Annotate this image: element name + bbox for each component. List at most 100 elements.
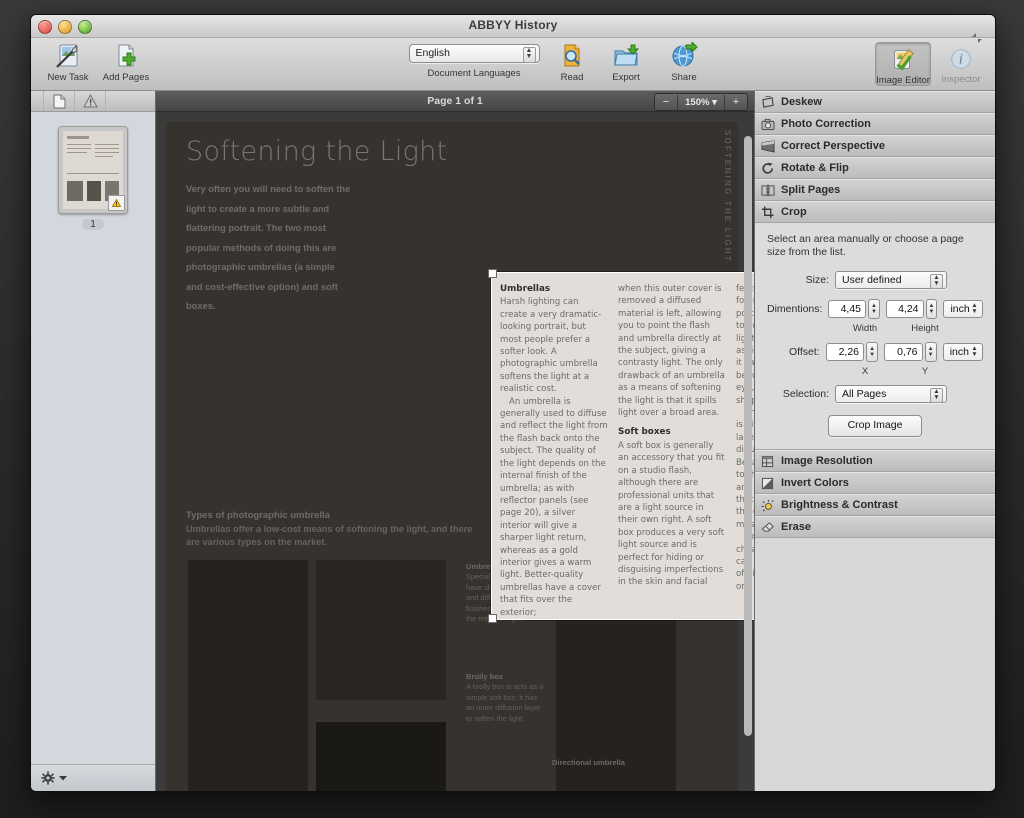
selection-value: All Pages — [842, 388, 887, 400]
crop-icon — [761, 205, 775, 219]
inspector-icon: i — [933, 44, 989, 74]
chevron-updown-icon[interactable]: ▲ ▼ — [970, 302, 979, 316]
thumbnail-item[interactable]: 1 — [58, 126, 128, 232]
new-task-icon — [39, 41, 97, 71]
umbrellas-para-1: Harsh lighting can create a very dramati… — [500, 297, 602, 395]
chevron-down-icon[interactable] — [59, 775, 67, 781]
share-button[interactable]: Share — [655, 41, 713, 83]
selection-select[interactable]: All Pages ▲ ▼ — [835, 385, 947, 403]
dimensions-label: Dimentions: — [767, 303, 823, 315]
zoom-controls[interactable]: − 150% ▾ + — [654, 93, 748, 111]
softboxes-para-1: A soft box is generally an accessory tha… — [618, 440, 725, 588]
zoom-level[interactable]: 150% ▾ — [677, 94, 725, 110]
page-canvas[interactable]: Softening the Light Very often you will … — [156, 112, 754, 791]
viewer-toolbar: Page 1 of 1 − 150% ▾ + — [156, 91, 754, 112]
inspector-button[interactable]: i Inspector — [933, 42, 989, 86]
image-editor-icon — [876, 45, 930, 75]
new-task-button[interactable]: New Task — [39, 41, 97, 83]
height-stepper[interactable]: ▲ ▼ — [925, 299, 938, 319]
offset-x-sublabel: X — [861, 366, 869, 377]
chevron-updown-icon[interactable]: ▲ ▼ — [930, 274, 943, 289]
offset-x-stepper[interactable]: ▲ ▼ — [866, 342, 879, 362]
soft-boxes-heading: Soft boxes — [618, 427, 671, 438]
section-crop[interactable]: Crop — [755, 201, 995, 223]
add-pages-label: Add Pages — [102, 72, 150, 83]
document-languages-group: English ▲ ▼ Document Languages — [379, 44, 569, 79]
height-input[interactable]: 4,24 — [885, 300, 924, 318]
section-deskew[interactable]: Deskew — [755, 91, 995, 113]
section-image-resolution[interactable]: Image Resolution — [755, 450, 995, 472]
invert-colors-icon — [761, 477, 775, 490]
offset-unit-select[interactable]: inch ▲ ▼ — [942, 343, 983, 361]
language-value: English — [415, 47, 450, 59]
dimensions-row: Dimentions: 4,45 ▲ ▼ 4,24 ▲ ▼ inch ▲ ▼ — [767, 299, 983, 319]
warning-icon[interactable] — [75, 91, 106, 111]
crop-image-button[interactable]: Crop Image — [828, 415, 922, 437]
offset-y-input[interactable]: 0,76 — [884, 343, 923, 361]
size-label: Size: — [805, 274, 829, 286]
selection-column-1: Umbrellas Harsh lighting can create a ve… — [500, 283, 608, 618]
crop-selection-content: Umbrellas Harsh lighting can create a ve… — [492, 273, 754, 619]
section-deskew-label: Deskew — [781, 96, 822, 108]
width-stepper[interactable]: ▲ ▼ — [868, 299, 880, 319]
crop-options-body: Select an area manually or choose a page… — [755, 223, 995, 450]
crop-handle-top-left[interactable] — [488, 269, 497, 278]
chevron-updown-icon[interactable]: ▲ ▼ — [930, 388, 943, 403]
section-photo-correction-label: Photo Correction — [781, 118, 871, 130]
deskew-icon — [761, 95, 775, 109]
crop-handle-bottom-left[interactable] — [488, 614, 497, 623]
export-button[interactable]: Export — [597, 41, 655, 83]
offset-sublabels: X Y — [835, 366, 983, 377]
width-input[interactable]: 4,45 — [828, 300, 866, 318]
page-thumbnail[interactable] — [58, 126, 128, 214]
viewer-scrollbar-thumb[interactable] — [744, 136, 752, 736]
section-rotate-flip-label: Rotate & Flip — [781, 162, 849, 174]
zoom-out-button[interactable]: − — [655, 95, 677, 110]
add-pages-button[interactable]: Add Pages — [97, 41, 155, 83]
section-brightness-contrast-label: Brightness & Contrast — [781, 499, 898, 511]
fullscreen-icon[interactable] — [971, 32, 983, 44]
eraser-icon — [761, 521, 775, 534]
offset-x-input[interactable]: 2,26 — [825, 343, 864, 361]
pages-thumbnail-list[interactable]: 1 — [31, 112, 155, 764]
umbrellas-heading: Umbrellas — [500, 284, 551, 294]
image-editor-button[interactable]: Image Editor — [875, 42, 931, 86]
window-body: 1 Page 1 of 1 − 150% ▾ + Softening the L… — [31, 91, 995, 791]
document-languages-label: Document Languages — [427, 68, 521, 79]
chevron-updown-icon[interactable]: ▲ ▼ — [522, 47, 536, 63]
offset-row: Offset: 2,26 ▲ ▼ 0,76 ▲ ▼ inch ▲ ▼ — [767, 342, 983, 362]
document-icon[interactable] — [43, 91, 75, 111]
right-toolbar-group: Image Editor i Inspector — [875, 33, 989, 86]
section-image-resolution-label: Image Resolution — [781, 455, 873, 467]
document-viewer: Page 1 of 1 − 150% ▾ + Softening the Lig… — [156, 91, 755, 791]
section-erase[interactable]: Erase — [755, 516, 995, 538]
section-split-pages[interactable]: Split Pages — [755, 179, 995, 201]
zoom-in-button[interactable]: + — [725, 95, 747, 110]
language-select[interactable]: English ▲ ▼ — [408, 44, 540, 63]
section-brightness-contrast[interactable]: Brightness & Contrast — [755, 494, 995, 516]
section-invert-colors[interactable]: Invert Colors — [755, 472, 995, 494]
crop-selection[interactable]: Umbrellas Harsh lighting can create a ve… — [488, 269, 754, 623]
window-titlebar: ABBYY History — [31, 15, 995, 38]
dimensions-unit-select[interactable]: inch ▲ ▼ — [943, 300, 983, 318]
section-crop-label: Crop — [781, 206, 807, 218]
section-photo-correction[interactable]: Photo Correction — [755, 113, 995, 135]
offset-y-stepper[interactable]: ▲ ▼ — [924, 342, 937, 362]
section-correct-perspective[interactable]: Correct Perspective — [755, 135, 995, 157]
width-sublabel: Width — [852, 323, 878, 334]
selection-label: Selection: — [782, 388, 829, 400]
add-pages-icon — [97, 41, 155, 71]
offset-y-sublabel: Y — [921, 366, 929, 377]
gear-icon[interactable] — [41, 771, 55, 785]
size-select[interactable]: User defined ▲ ▼ — [835, 271, 947, 289]
size-row: Size: User defined ▲ ▼ — [767, 271, 983, 289]
read-button[interactable]: Read — [543, 41, 601, 83]
section-rotate-flip[interactable]: Rotate & Flip — [755, 157, 995, 179]
viewer-scrollbar[interactable] — [744, 136, 752, 791]
share-icon — [655, 41, 713, 71]
section-erase-label: Erase — [781, 521, 811, 533]
chevron-updown-icon[interactable]: ▲ ▼ — [970, 345, 979, 359]
thumbnail-page-number: 1 — [82, 219, 104, 230]
perspective-icon — [761, 139, 775, 153]
crop-hint: Select an area manually or choose a page… — [767, 233, 964, 258]
